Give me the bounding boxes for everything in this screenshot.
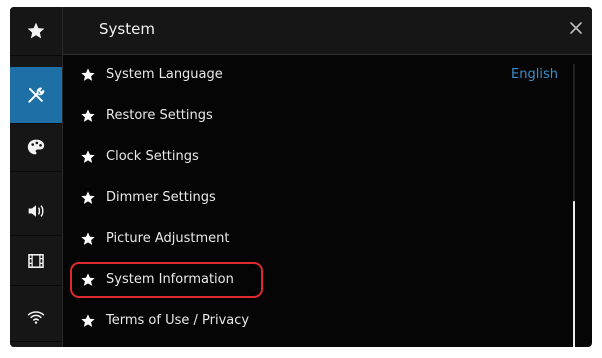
star-icon: [81, 273, 95, 286]
menu-item-label: Clock Settings: [106, 149, 199, 164]
sidebar-item-theme[interactable]: [10, 123, 62, 172]
scrollbar-thumb[interactable]: [573, 201, 575, 347]
star-icon: [81, 191, 95, 204]
star-icon: [81, 68, 95, 81]
menu-item-terms-of-use[interactable]: Terms of Use / Privacy: [63, 301, 563, 342]
sidebar-item-video[interactable]: [10, 237, 62, 286]
menu-item-label: Terms of Use / Privacy: [106, 313, 250, 328]
page-title: System: [99, 20, 155, 38]
star-icon: [81, 150, 95, 163]
header: System: [63, 7, 592, 55]
screen: System System Language English Restore S…: [10, 7, 592, 347]
close-icon: [570, 22, 582, 34]
star-icon: [81, 314, 95, 327]
star-icon: [81, 109, 95, 122]
palette-icon: [27, 139, 45, 155]
tools-icon: [28, 87, 45, 103]
menu-item-clock-settings[interactable]: Clock Settings: [63, 137, 563, 178]
menu-item-label: Picture Adjustment: [106, 231, 230, 246]
menu-item-system-information[interactable]: System Information: [63, 260, 563, 301]
menu-item-system-language[interactable]: System Language English: [63, 55, 563, 96]
sidebar-item-wireless[interactable]: [10, 293, 62, 342]
menu-item-picture-adjustment[interactable]: Picture Adjustment: [63, 219, 563, 260]
star-icon: [27, 22, 45, 39]
menu-item-label: Restore Settings: [106, 108, 213, 123]
menu-item-label: System Language: [106, 67, 223, 82]
menu-item-label: Dimmer Settings: [106, 190, 216, 205]
star-icon: [81, 232, 95, 245]
sidebar: [10, 7, 63, 347]
wifi-icon: [27, 311, 45, 324]
film-icon: [28, 254, 44, 268]
menu-item-restore-settings[interactable]: Restore Settings: [63, 96, 563, 137]
sidebar-item-favorites[interactable]: [10, 7, 62, 56]
close-button[interactable]: [567, 19, 585, 37]
sidebar-item-system[interactable]: [10, 67, 62, 124]
sidebar-item-audio[interactable]: [10, 187, 62, 236]
speaker-icon: [28, 205, 44, 217]
menu-list: System Language English Restore Settings…: [63, 55, 592, 347]
menu-item-value: English: [511, 67, 558, 82]
menu-item-label: System Information: [106, 272, 234, 287]
menu-item-dimmer-settings[interactable]: Dimmer Settings: [63, 178, 563, 219]
